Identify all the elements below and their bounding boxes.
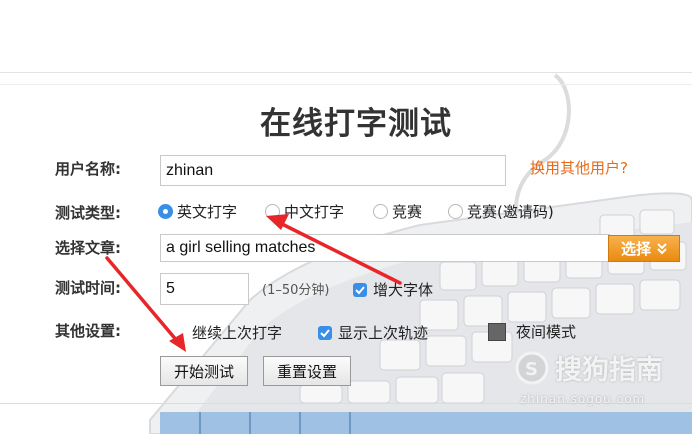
- time-hint: (1–50分钟): [262, 283, 330, 298]
- enlarge-font-label: 增大字体: [373, 281, 434, 299]
- time-input[interactable]: [160, 273, 249, 305]
- typing-test-page: 在线打字测试 用户名称: 换用其他用户? 测试类型: 英文打字 中文打字 竞赛 …: [0, 0, 692, 434]
- start-test-label: 开始测试: [173, 362, 234, 381]
- reset-settings-label: 重置设置: [276, 362, 337, 381]
- test-type-label: 测试类型:: [55, 204, 121, 222]
- radio-contest-invite-label: 竞赛(邀请码): [467, 202, 554, 221]
- watermark-brand: 搜狗指南: [555, 355, 663, 386]
- night-mode-label: 夜间模式: [516, 323, 577, 341]
- night-mode-toggle[interactable]: 夜间模式: [488, 321, 576, 342]
- checkbox-checked-icon: [353, 282, 367, 297]
- other-settings-label: 其他设置:: [55, 322, 121, 340]
- time-label: 测试时间:: [55, 279, 121, 297]
- article-label: 选择文章:: [55, 239, 121, 257]
- radio-contest-label: 竞赛: [392, 202, 423, 221]
- continue-last-option[interactable]: 继续上次打字: [192, 322, 282, 343]
- sogou-watermark: S 搜狗指南: [515, 348, 663, 387]
- radio-unselected-icon: [373, 203, 388, 219]
- reset-settings-button[interactable]: 重置设置: [263, 356, 351, 386]
- start-test-button[interactable]: 开始测试: [160, 356, 248, 386]
- radio-chinese-label: 中文打字: [284, 202, 345, 221]
- double-chevron-down-icon: [657, 242, 667, 254]
- top-divider: [0, 72, 692, 73]
- radio-contest[interactable]: 竞赛: [373, 201, 422, 221]
- radio-unselected-icon: [448, 203, 463, 219]
- page-title: 在线打字测试: [260, 106, 452, 142]
- continue-last-label: 继续上次打字: [192, 324, 283, 342]
- select-article-button[interactable]: 选择: [608, 235, 680, 262]
- radio-contest-invite[interactable]: 竞赛(邀请码): [448, 201, 554, 221]
- show-track-checkbox[interactable]: 显示上次轨迹: [318, 322, 428, 343]
- radio-english-label: 英文打字: [177, 202, 238, 221]
- username-input[interactable]: [160, 155, 506, 186]
- radio-selected-icon: [158, 203, 173, 219]
- change-user-link[interactable]: 换用其他用户?: [530, 157, 628, 178]
- enlarge-font-checkbox[interactable]: 增大字体: [353, 279, 433, 300]
- radio-english[interactable]: 英文打字: [158, 201, 237, 221]
- select-button-label: 选择: [620, 240, 651, 258]
- top-divider-2: [0, 84, 692, 85]
- night-mode-swatch: [488, 322, 506, 341]
- article-input[interactable]: [160, 234, 610, 262]
- radio-chinese[interactable]: 中文打字: [265, 201, 344, 221]
- checkbox-checked-icon: [318, 325, 332, 340]
- radio-unselected-icon: [265, 203, 280, 219]
- svg-text:S: S: [525, 359, 538, 380]
- username-label: 用户名称:: [55, 160, 121, 178]
- sogou-logo-icon: S: [515, 351, 549, 384]
- watermark-url: zhinan.sogou.com: [520, 392, 646, 406]
- show-track-label: 显示上次轨迹: [338, 324, 429, 342]
